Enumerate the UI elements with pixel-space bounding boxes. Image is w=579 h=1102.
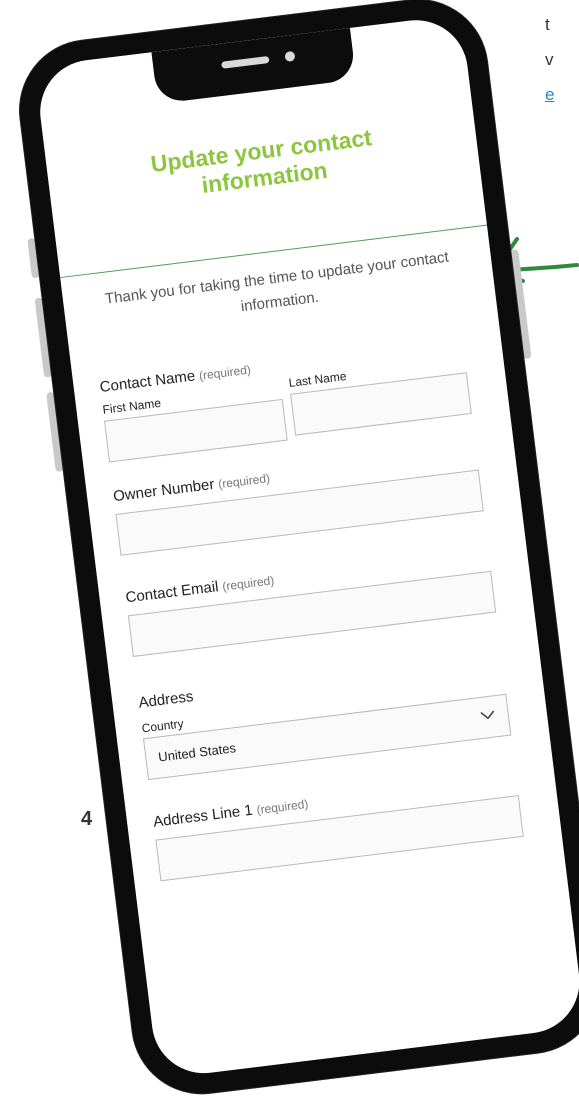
camera-icon	[284, 50, 296, 62]
contact-name-label: Contact Name (required)	[98, 362, 252, 396]
intro-text: Thank you for taking the time to update …	[104, 248, 450, 316]
last-name-label: Last Name	[287, 368, 348, 390]
country-select[interactable]: United States	[142, 693, 512, 781]
required-marker: (required)	[198, 362, 252, 383]
required-marker: (required)	[255, 796, 310, 818]
required-marker: (required)	[221, 573, 275, 594]
required-marker: (required)	[217, 471, 271, 492]
page-number: 4	[81, 808, 93, 830]
edge-link[interactable]: e	[545, 85, 554, 105]
country-select-value: United States	[157, 740, 237, 765]
country-label: Country	[140, 716, 185, 736]
form-title: Update your contact information	[149, 124, 374, 199]
first-name-label: First Name	[101, 395, 162, 417]
phone-mockup: Update your contact information Thank yo…	[12, 0, 579, 1102]
address-label: Address	[137, 688, 195, 712]
edge-text-line-1: t	[545, 15, 550, 34]
speaker-icon	[221, 55, 270, 69]
edge-text-line-2: v	[545, 50, 554, 69]
chevron-down-icon	[480, 710, 495, 720]
